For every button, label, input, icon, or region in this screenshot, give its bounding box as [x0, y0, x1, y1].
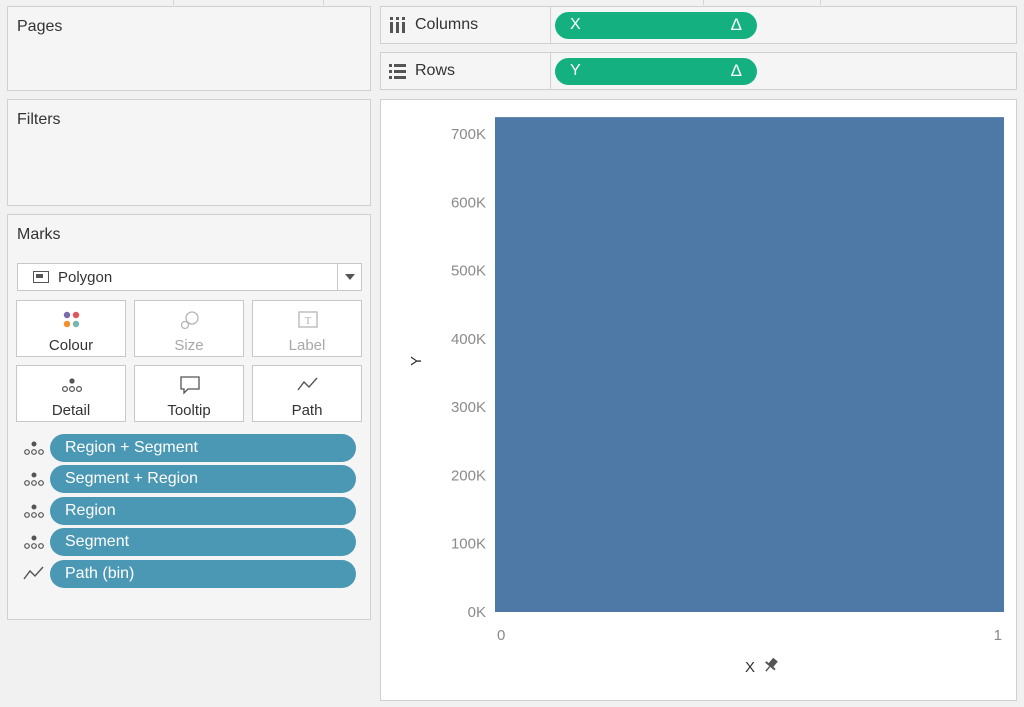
marks-field-row: Region [22, 497, 357, 525]
detail-icon [24, 441, 44, 455]
field-pill-path-bin[interactable]: Path (bin) [50, 560, 356, 588]
rows-shelf-label: Rows [415, 62, 456, 79]
label-icon: T [298, 311, 318, 328]
path-icon [23, 566, 44, 580]
size-icon [180, 311, 199, 330]
path-icon [297, 377, 318, 391]
marks-field-row: Region + Segment [22, 434, 357, 462]
tooltip-button[interactable]: Tooltip [134, 365, 244, 422]
mark-type-value: Polygon [58, 269, 113, 286]
path-label: Path [291, 402, 323, 419]
columns-pill-text: X [570, 16, 581, 33]
y-tick-label: 500K [451, 263, 486, 280]
path-button[interactable]: Path [252, 365, 362, 422]
detail-icon [24, 472, 44, 486]
label-button[interactable]: T Label [252, 300, 362, 357]
y-tick-label: 400K [451, 331, 486, 348]
y-tick-label: 100K [451, 536, 486, 553]
tooltip-icon [180, 376, 200, 395]
delta-icon: Δ [730, 15, 742, 34]
detail-icon [24, 504, 44, 518]
label-label: Label [288, 337, 326, 354]
detail-icon [24, 535, 44, 549]
shelf-divider [550, 53, 551, 89]
size-button[interactable]: Size [134, 300, 244, 357]
shelf-divider [550, 7, 551, 43]
colour-icon [63, 311, 80, 328]
y-axis-title: Y [408, 356, 425, 366]
marks-field-row: Segment + Region [22, 465, 357, 493]
x-tick-label: 0 [497, 627, 505, 644]
chart-view[interactable]: 0K 100K 200K 300K 400K 500K 600K 700K 0 1 X Y [380, 99, 1017, 701]
field-pill-region-segment[interactable]: Region + Segment [50, 434, 356, 462]
chevron-down-icon[interactable] [337, 264, 361, 290]
colour-label: Colour [48, 337, 94, 354]
pin-icon[interactable] [761, 656, 780, 675]
filters-title: Filters [17, 111, 61, 128]
y-tick-label: 700K [451, 126, 486, 143]
polygon-icon [33, 271, 49, 283]
filters-card[interactable]: Filters [7, 99, 371, 206]
marks-field-row: Path (bin) [22, 560, 357, 588]
chart-svg[interactable]: 0K 100K 200K 300K 400K 500K 600K 700K 0 1 X Y [381, 100, 1016, 700]
columns-shelf[interactable]: Columns X Δ [380, 6, 1017, 44]
rows-shelf[interactable]: Rows Y Δ [380, 52, 1017, 90]
size-label: Size [174, 337, 204, 354]
columns-shelf-label: Columns [415, 16, 479, 33]
top-strip [0, 0, 1024, 5]
y-tick-label: 600K [451, 194, 486, 211]
pages-card[interactable]: Pages [7, 6, 371, 91]
detail-button[interactable]: Detail [16, 365, 126, 422]
pages-title: Pages [17, 18, 63, 35]
y-tick-label: 200K [451, 467, 486, 484]
field-pill-region[interactable]: Region [50, 497, 356, 525]
rows-pill-text: Y [570, 62, 581, 79]
rows-pill-y[interactable]: Y Δ [555, 58, 757, 85]
polygon-mark[interactable] [495, 117, 1004, 613]
columns-icon [390, 17, 405, 33]
x-axis-title: X [745, 659, 755, 676]
delta-icon: Δ [730, 61, 742, 80]
svg-text:T: T [305, 315, 312, 327]
y-tick-label: 300K [451, 399, 486, 416]
detail-icon [61, 378, 83, 393]
tooltip-label: Tooltip [167, 402, 211, 419]
y-tick-label: 0K [468, 604, 486, 621]
detail-label: Detail [51, 402, 91, 419]
field-pill-segment-region[interactable]: Segment + Region [50, 465, 356, 493]
marks-title: Marks [17, 226, 61, 243]
mark-type-dropdown[interactable]: Polygon [17, 263, 362, 291]
x-tick-label: 1 [994, 627, 1002, 644]
colour-button[interactable]: Colour [16, 300, 126, 357]
marks-field-row: Segment [22, 528, 357, 556]
field-pill-segment[interactable]: Segment [50, 528, 356, 556]
rows-icon [389, 64, 406, 79]
columns-pill-x[interactable]: X Δ [555, 12, 757, 39]
